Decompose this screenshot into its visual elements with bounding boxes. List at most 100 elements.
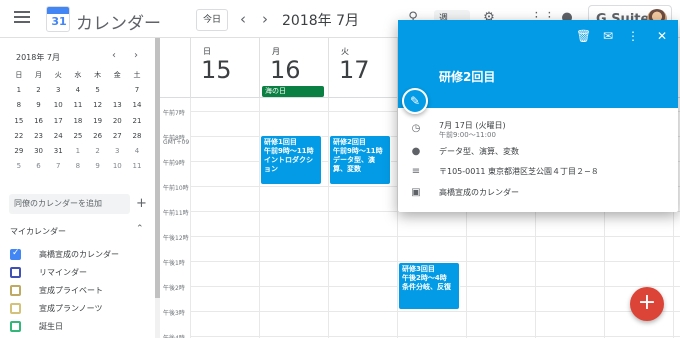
mini-week-row: 15 16 17 18 19 20 21 <box>9 113 147 129</box>
hour-gridline <box>190 336 680 337</box>
mini-day[interactable]: 5 <box>88 83 108 98</box>
mini-day[interactable]: 22 <box>9 129 29 144</box>
mini-day[interactable]: 2 <box>88 144 108 159</box>
day-number[interactable]: 17 <box>339 56 370 84</box>
mini-weekday: 火 <box>54 71 62 79</box>
mini-day-number: 24 <box>53 131 63 140</box>
calendar-checkbox[interactable] <box>10 320 21 332</box>
mini-day[interactable]: 30 <box>29 144 49 159</box>
mini-day[interactable]: 2 <box>29 83 49 98</box>
mini-day[interactable]: 20 <box>107 113 127 129</box>
email-icon[interactable]: ✉ <box>601 29 615 43</box>
calendar-logo-icon[interactable]: 31 <box>46 6 70 32</box>
calendar-item[interactable]: リマインダー <box>10 265 87 279</box>
calendar-item[interactable]: 高橋宣成のカレンダー <box>10 247 119 261</box>
day-header-sun[interactable]: 日 15 <box>190 38 259 98</box>
day-number[interactable]: 16 <box>270 56 301 84</box>
create-event-button[interactable]: + <box>630 287 664 321</box>
hour-gridline <box>190 311 680 312</box>
add-calendar-plus-icon[interactable]: + <box>136 194 147 214</box>
mini-day-number: 28 <box>132 131 142 140</box>
mini-day-number: 21 <box>132 116 142 125</box>
chevron-up-icon[interactable]: ⌃ <box>136 224 144 234</box>
mini-day[interactable]: 27 <box>107 129 127 144</box>
prev-week-button[interactable]: ‹ <box>240 9 246 29</box>
my-calendars-header[interactable]: マイカレンダー <box>10 226 66 237</box>
calendar-item[interactable]: 誕生日 <box>10 319 63 333</box>
allday-event-holiday[interactable]: 海の日 <box>262 86 324 97</box>
mini-day[interactable]: 3 <box>107 144 127 159</box>
mini-prev-icon[interactable]: ‹ <box>112 50 116 61</box>
mini-day-number: 19 <box>93 116 103 125</box>
mini-day[interactable]: 17 <box>48 114 68 129</box>
mini-day[interactable]: 12 <box>88 98 108 113</box>
mini-day[interactable]: 1 <box>68 144 88 159</box>
calendar-checkbox[interactable] <box>10 302 21 314</box>
mini-week-row: 22 23 24 25 26 27 28 <box>9 129 147 144</box>
edit-pencil-icon[interactable]: ✎ <box>402 88 428 114</box>
mini-day[interactable]: 6 <box>107 83 127 98</box>
mini-day-number: 7 <box>134 86 140 95</box>
mini-day[interactable]: 5 <box>9 159 29 174</box>
mini-day[interactable]: 11 <box>127 159 147 174</box>
calendar-item[interactable]: 宣成プライベート <box>10 283 103 297</box>
calendar-checkbox[interactable] <box>10 248 21 260</box>
mini-day[interactable]: 26 <box>88 129 108 144</box>
mini-day[interactable]: 8 <box>68 159 88 174</box>
mini-day[interactable]: 10 <box>107 159 127 174</box>
mini-day[interactable]: 15 <box>9 114 29 129</box>
next-week-button[interactable]: › <box>262 9 268 29</box>
mini-weekday-row: 日月火水木金土 <box>9 68 147 83</box>
mini-day-number: 9 <box>36 101 41 110</box>
main-menu-icon[interactable] <box>14 11 30 25</box>
day-header-tue[interactable]: 火 17 <box>328 38 397 98</box>
mini-day-number: 9 <box>95 162 100 171</box>
mini-day[interactable]: 3 <box>48 83 68 98</box>
mini-day-number: 15 <box>14 116 24 125</box>
mini-day[interactable]: 19 <box>88 114 108 129</box>
mini-day[interactable]: 31 <box>48 144 68 159</box>
event-training-1[interactable]: 研修1回目 午前9時～11時 イントロダクシ ョン <box>260 135 322 185</box>
mini-day[interactable]: 7 <box>127 83 147 98</box>
add-colleague-calendar-input[interactable]: 同僚のカレンダーを追加 <box>9 194 130 214</box>
mini-day[interactable]: 14 <box>127 98 147 113</box>
calendar-item[interactable]: 宣成プランノーツ <box>10 301 102 315</box>
mini-day[interactable]: 28 <box>127 129 147 144</box>
calendar-label: 高橋宣成のカレンダー <box>39 249 119 259</box>
mini-day[interactable]: 11 <box>68 98 88 113</box>
mini-day-number: 4 <box>134 146 140 155</box>
calendar-checkbox[interactable] <box>10 266 21 278</box>
mini-day[interactable]: 13 <box>107 98 127 113</box>
event-training-3[interactable]: 研修3回目 午後2時～4時 条件分岐、反復 <box>398 262 460 310</box>
more-options-icon[interactable]: ⋮ <box>626 29 640 43</box>
event-location[interactable]: 〒105-0011 東京都港区芝公園４丁目２−８ <box>439 166 599 177</box>
location-pin-icon: ● <box>411 146 421 157</box>
mini-day[interactable]: 4 <box>68 83 88 98</box>
mini-day[interactable]: 24 <box>48 129 68 144</box>
mini-day-number: 12 <box>93 101 103 110</box>
calendar-checkbox[interactable] <box>10 284 21 296</box>
mini-day[interactable]: 1 <box>9 83 29 98</box>
mini-day[interactable]: 9 <box>29 98 49 113</box>
mini-day[interactable]: 16 <box>29 114 49 129</box>
mini-day[interactable]: 6 <box>29 159 49 174</box>
close-icon[interactable]: ✕ <box>655 29 669 43</box>
mini-day[interactable]: 21 <box>127 114 147 129</box>
mini-day[interactable]: 29 <box>9 144 29 159</box>
sidebar: 2018年 7月 ‹ › 日月火水木金土 1 2 3 4 5 6 7 8 9 10 11 12 13 14 1… <box>0 38 160 338</box>
delete-icon[interactable]: 🗑 <box>576 29 591 43</box>
mini-day[interactable]: 10 <box>48 98 68 113</box>
mini-day[interactable]: 7 <box>48 159 68 174</box>
mini-day[interactable]: 25 <box>68 129 88 144</box>
mini-day[interactable]: 23 <box>29 129 49 144</box>
today-button[interactable]: 今日 <box>196 9 228 31</box>
event-training-2[interactable]: 研修2回目 午前9時～11時 データ型、演 算、変数 <box>329 135 391 185</box>
day-number[interactable]: 15 <box>201 56 232 84</box>
mini-next-icon[interactable]: › <box>134 50 138 61</box>
hour-gridline <box>190 236 680 237</box>
logo-number: 31 <box>51 15 67 28</box>
mini-day[interactable]: 9 <box>88 159 108 174</box>
mini-day[interactable]: 4 <box>127 144 147 159</box>
mini-day[interactable]: 8 <box>9 98 29 113</box>
mini-day[interactable]: 18 <box>68 114 88 129</box>
